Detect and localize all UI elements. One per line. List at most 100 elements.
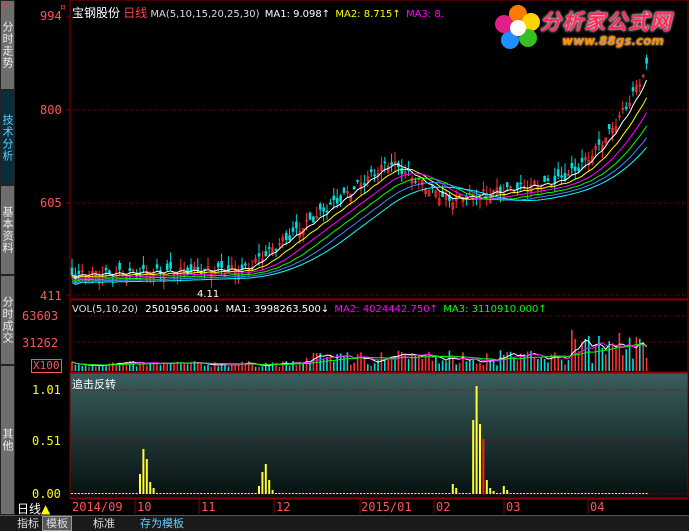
- ma-line: [71, 125, 648, 282]
- candle-body: [556, 169, 560, 177]
- candle-body: [295, 221, 298, 229]
- volume-bar: [625, 349, 627, 371]
- ma3-label: MA3:: [405, 9, 432, 20]
- indicator-bar: [451, 484, 454, 494]
- volume-bar: [156, 363, 158, 371]
- indicator-bar: [642, 493, 645, 494]
- indicator-bar: [407, 493, 410, 494]
- indicator-bar: [526, 493, 529, 494]
- indicator-bar: [638, 493, 641, 494]
- indicator-bar: [475, 386, 478, 494]
- ma2-label: MA2:: [335, 9, 361, 20]
- volume-bar: [445, 361, 447, 371]
- indicator-bar: [632, 493, 634, 494]
- volume-bar: [384, 359, 386, 371]
- volume-bar: [353, 362, 355, 371]
- indicator-bar: [513, 493, 515, 494]
- volume-bar: [421, 359, 423, 371]
- tab-indicator[interactable]: 指标: [14, 517, 42, 530]
- volume-bar: [557, 356, 559, 371]
- indicator-bar: [591, 493, 594, 494]
- indicator-bar: [207, 493, 209, 494]
- volume-bar: [615, 349, 617, 371]
- indicator-bar: [598, 493, 600, 494]
- ma-line: [71, 137, 648, 284]
- indicator-panel-frame: [69, 372, 689, 499]
- indicator-bar: [465, 493, 468, 494]
- indicator-bar: [574, 493, 577, 494]
- indicator-bar: [132, 493, 135, 494]
- ma3-value: 8.: [434, 9, 444, 20]
- indicator-bar: [458, 493, 461, 494]
- volume-bar: [288, 365, 291, 371]
- indicator-bar: [125, 493, 128, 494]
- vol-value: 2501956.000↓: [145, 304, 221, 315]
- volume-bar: [628, 337, 631, 371]
- volume-tick: 31262: [22, 336, 59, 350]
- indicator-bar: [482, 439, 485, 494]
- volume-bar: [537, 359, 539, 371]
- indicator-bar: [166, 493, 169, 494]
- indicator-bar: [234, 493, 237, 494]
- candle-body: [332, 195, 336, 201]
- indicator-bar: [88, 493, 90, 494]
- indicator-bar: [523, 493, 526, 494]
- candle-body: [580, 158, 584, 163]
- indicator-bar: [397, 493, 400, 494]
- volume-bar: [543, 359, 546, 371]
- indicator-bar: [645, 493, 648, 494]
- price-panel-corner-icon[interactable]: ¤: [2, 2, 11, 11]
- date-label: 12: [276, 500, 291, 514]
- volume-bar: [200, 363, 202, 371]
- indicator-bar: [448, 493, 451, 494]
- volume-bar: [261, 366, 264, 371]
- indicator-bar: [145, 459, 148, 494]
- indicator-bar: [462, 493, 464, 494]
- volume-bar: [540, 357, 542, 371]
- indicator-bar: [217, 493, 220, 494]
- volume-bar: [611, 343, 614, 371]
- volume-bar: [622, 355, 624, 371]
- tab-template[interactable]: 模板: [42, 516, 72, 531]
- indicator-bar: [200, 493, 203, 494]
- candle-body: [329, 202, 332, 205]
- period-label[interactable]: 日线: [123, 6, 147, 20]
- indicator-bar: [604, 493, 607, 494]
- indicator-bar: [411, 493, 413, 494]
- volume-bar: [645, 357, 648, 371]
- volume-bar: [479, 362, 481, 371]
- indicator-bar: [343, 493, 345, 494]
- indicator-bar: [220, 493, 223, 494]
- indicator-name[interactable]: 追击反转: [72, 378, 116, 391]
- volume-bar: [217, 366, 219, 371]
- volume-bar: [594, 345, 597, 371]
- indicator-bar: [489, 488, 492, 494]
- candle-body: [577, 167, 580, 171]
- indicator-bar: [275, 493, 277, 494]
- tab-save-template[interactable]: 存为模板: [137, 517, 187, 530]
- volume-bar: [363, 358, 366, 371]
- candle-body: [414, 181, 417, 183]
- volume-bar: [441, 360, 444, 371]
- indicator-bar: [618, 493, 621, 494]
- tab-standard[interactable]: 标准: [90, 517, 118, 530]
- indicator-bar: [390, 493, 393, 494]
- indicator-bar: [264, 464, 267, 494]
- candle-body: [169, 262, 172, 269]
- indicator-bar: [611, 493, 614, 494]
- indicator-bar: [332, 493, 335, 494]
- candle-body: [607, 124, 611, 129]
- volume-bar: [186, 364, 189, 371]
- candle-body: [142, 264, 145, 270]
- volume-bar: [367, 364, 369, 371]
- indicator-bar: [315, 493, 318, 494]
- indicator-bar: [322, 493, 325, 494]
- date-label: 2014/09: [72, 500, 123, 514]
- indicator-bar: [261, 472, 264, 494]
- indicator-bar: [567, 493, 570, 494]
- vol-ma3-value: 3110910.000↑: [471, 304, 547, 315]
- indicator-bar: [94, 493, 97, 494]
- volume-bar: [424, 353, 427, 371]
- kline-chart[interactable]: [0, 0, 689, 515]
- volume-bar: [642, 342, 644, 371]
